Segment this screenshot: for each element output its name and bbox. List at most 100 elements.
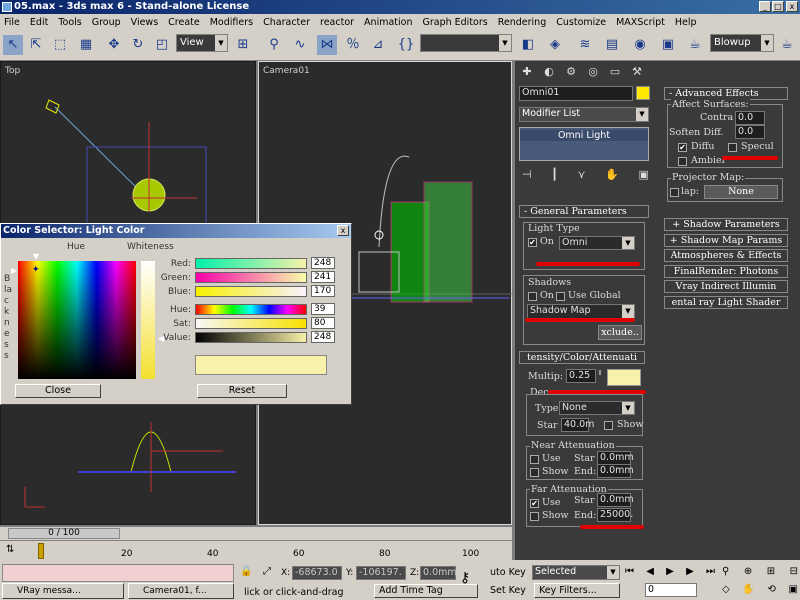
minimize-button[interactable]: _ [759, 1, 771, 12]
specular-checkbox[interactable] [728, 143, 737, 152]
exclude-button[interactable]: xclude.. [598, 325, 642, 340]
intensity-header[interactable]: tensity/Color/Attenuati [519, 351, 645, 364]
maxscript-listener[interactable] [2, 564, 234, 582]
pivot-icon[interactable]: ⊞ [233, 35, 253, 55]
menu-help[interactable]: Help [675, 17, 697, 28]
menu-character[interactable]: Character [263, 17, 310, 28]
quick-render-icon[interactable]: ☕ [685, 35, 705, 55]
lock-selection-icon[interactable]: 🔒 [240, 566, 252, 577]
current-frame-marker[interactable] [38, 543, 44, 559]
prev-frame-icon[interactable]: ◀ [646, 566, 654, 577]
object-name-field[interactable]: Omni01 [519, 86, 633, 101]
red-slider[interactable] [195, 258, 307, 269]
y-coordinate-field[interactable]: -106197. [356, 566, 406, 580]
decay-type-dropdown[interactable]: None ▼ [559, 401, 635, 415]
green-input[interactable]: 241 [311, 271, 335, 283]
select-filter-icon[interactable]: ▦ [76, 35, 96, 55]
material-editor-icon[interactable]: ◉ [630, 35, 650, 55]
add-time-tag-button[interactable]: Add Time Tag [374, 584, 478, 598]
hue-marker-icon[interactable]: ▼ [33, 252, 39, 261]
light-on-checkbox[interactable]: ✔ [528, 238, 537, 247]
color-dialog-close-icon[interactable]: x [337, 225, 349, 236]
projector-map-button[interactable]: None [704, 185, 778, 199]
shadow-type-dropdown[interactable]: Shadow Map ▼ [527, 304, 635, 319]
rollout-shadow-map-params[interactable]: + Shadow Map Params [664, 234, 788, 247]
ambient-checkbox[interactable] [678, 157, 687, 166]
time-slider-thumb[interactable]: 0 / 100 [8, 528, 120, 539]
spinner-snap-icon[interactable]: ⊿ [368, 35, 388, 55]
scale-icon[interactable]: ◰ [152, 35, 172, 55]
menu-group[interactable]: Group [92, 17, 121, 28]
named-selection-icon[interactable]: {} [396, 35, 416, 55]
near-end-input[interactable]: 0.0mm [597, 464, 634, 478]
goto-start-icon[interactable]: ⏮ [625, 566, 634, 577]
remove-modifier-icon[interactable]: ✋ [605, 168, 619, 184]
render-scene-icon[interactable]: ▣ [658, 35, 678, 55]
play-icon[interactable]: ▶ [666, 566, 674, 577]
object-color-swatch[interactable] [636, 86, 650, 100]
stack-item-omni-light[interactable]: Omni Light [520, 130, 648, 141]
hierarchy-tab-icon[interactable]: ⚙ [562, 64, 580, 80]
motion-tab-icon[interactable]: ◎ [584, 64, 602, 80]
menu-file[interactable]: File [4, 17, 20, 28]
render-last-icon[interactable]: ☕ [777, 35, 797, 55]
modifier-stack[interactable]: Omni Light [519, 127, 649, 161]
near-use-checkbox[interactable] [530, 455, 539, 464]
pan-icon[interactable]: ✋ [742, 584, 754, 595]
far-show-checkbox[interactable] [530, 512, 539, 521]
hue-input[interactable]: 39 [311, 303, 335, 315]
rollout-shadow-parameters[interactable]: + Shadow Parameters [664, 218, 788, 231]
green-slider[interactable] [195, 272, 307, 283]
x-coordinate-field[interactable]: -68673.0 [292, 566, 342, 580]
zoom-icon[interactable]: ⚲ [722, 566, 729, 577]
track-bar-icon[interactable]: ⇅ [6, 544, 14, 555]
use-global-checkbox[interactable] [556, 292, 565, 301]
selection-set-dropdown[interactable]: Selected ▼ [532, 565, 620, 580]
utilities-tab-icon[interactable]: ⚒ [628, 64, 646, 80]
select-link-icon[interactable]: ⚲ [264, 35, 284, 55]
multiplier-input[interactable]: 0.25 [566, 369, 596, 383]
align-icon[interactable]: ◈ [545, 35, 565, 55]
menu-rendering[interactable]: Rendering [498, 17, 547, 28]
soften-diffuse-input[interactable]: 0.0 [735, 125, 765, 139]
menu-customize[interactable]: Customize [556, 17, 606, 28]
menu-views[interactable]: Views [131, 17, 159, 28]
close-button[interactable]: x [786, 1, 798, 12]
far-use-checkbox[interactable]: ✔ [530, 499, 539, 508]
zoom-extents-all-icon[interactable]: ⊟ [790, 566, 798, 577]
modifier-list-dropdown[interactable]: Modifier List ▼ [519, 107, 649, 122]
light-type-dropdown[interactable]: Omni ▼ [559, 236, 635, 250]
region-select-icon[interactable]: ⬚ [50, 35, 70, 55]
menu-edit[interactable]: Edit [30, 17, 48, 28]
menu-graph-editors[interactable]: Graph Editors [422, 17, 487, 28]
taskbar-vray-messages[interactable]: VRay messa... [2, 583, 124, 599]
far-start-input[interactable]: 0.0mm [597, 493, 634, 507]
display-tab-icon[interactable]: ▭ [606, 64, 624, 80]
curve-editor-icon[interactable]: ▤ [602, 35, 622, 55]
decay-show-checkbox[interactable] [604, 421, 613, 430]
light-color-swatch[interactable] [607, 369, 641, 386]
projector-map-checkbox[interactable] [670, 188, 679, 197]
layer-icon[interactable]: ≋ [575, 35, 595, 55]
multiplier-spinner-icon[interactable]: ⇕ [597, 369, 603, 377]
menu-create[interactable]: Create [168, 17, 200, 28]
menu-reactor[interactable]: reactor [320, 17, 354, 28]
menu-modifiers[interactable]: Modifiers [210, 17, 253, 28]
percent-snap-icon[interactable]: ％ [343, 35, 363, 55]
taskbar-camera01[interactable]: Camera01, f... [128, 583, 234, 599]
z-coordinate-field[interactable]: 0.0mm [420, 566, 457, 580]
time-slider-bar[interactable]: 0 / 100 [0, 526, 512, 540]
sat-input[interactable]: 80 [311, 317, 335, 329]
rollout-atmospheres-effects[interactable]: Atmospheres & Effects [664, 249, 788, 262]
make-unique-icon[interactable]: ⋎ [578, 168, 586, 184]
arc-rotate-icon[interactable]: ⟲ [767, 584, 775, 595]
pin-stack-icon[interactable]: ⊣ [522, 168, 532, 184]
maximize-viewport-icon[interactable]: ▣ [789, 584, 798, 595]
reset-button[interactable]: Reset [197, 384, 287, 398]
rotate-icon[interactable]: ↻ [128, 35, 148, 55]
absolute-mode-icon[interactable]: ⤢ [263, 566, 271, 577]
field-of-view-icon[interactable]: ◇ [722, 584, 730, 595]
rollout-finalrender-photons[interactable]: FinalRender: Photons [664, 265, 788, 278]
blue-slider[interactable] [195, 286, 307, 297]
sat-slider[interactable] [195, 318, 307, 329]
